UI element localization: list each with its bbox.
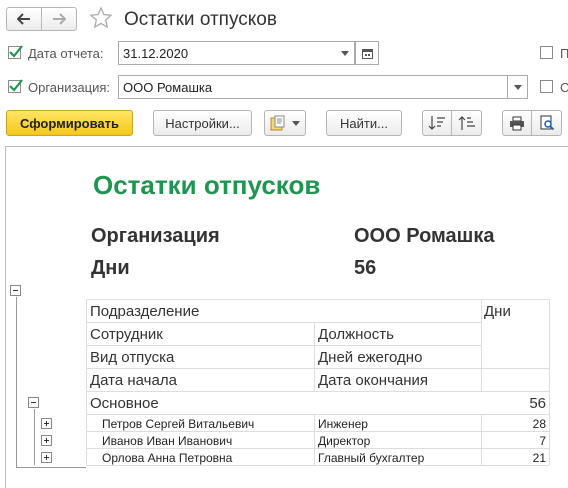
sort-descending-icon xyxy=(428,116,445,130)
date-label: Дата отчета: xyxy=(28,46,104,61)
page-title: Остатки отпусков xyxy=(124,9,277,30)
report-document[interactable]: Остатки отпусков Организация ООО Ромашка… xyxy=(5,146,568,488)
header-end-date: Дата окончания xyxy=(318,372,429,389)
row-3-position: Главный бухгалтер xyxy=(318,451,425,465)
back-button[interactable] xyxy=(6,7,42,31)
row-1-name: Петров Сергей Витальевич xyxy=(102,417,255,431)
header-start-date: Дата начала xyxy=(90,372,177,389)
row-1-position: Инженер xyxy=(318,417,368,431)
organization-field[interactable]: ООО Ромашка xyxy=(118,75,508,99)
print-preview-button[interactable] xyxy=(532,110,562,136)
header-days-per-year: Дней ежегодно xyxy=(318,349,423,366)
org-caption: Организация xyxy=(91,225,220,247)
organization-dropdown-button[interactable] xyxy=(508,75,528,99)
variants-button[interactable] xyxy=(264,110,306,136)
report-title: Остатки отпусков xyxy=(93,170,321,200)
collapse-toggle-group[interactable] xyxy=(28,397,39,408)
tree-line-outer-h xyxy=(16,467,86,468)
sort-ascending-icon xyxy=(458,116,475,130)
header-department: Подразделение xyxy=(90,303,200,320)
forward-button[interactable] xyxy=(41,7,77,31)
row-3-days: 21 xyxy=(532,451,546,465)
sort-ascending-button[interactable] xyxy=(452,110,482,136)
arrow-left-icon xyxy=(17,13,30,25)
group-total: 56 xyxy=(529,395,546,412)
checkmark-icon xyxy=(9,79,23,92)
print-button[interactable] xyxy=(502,110,532,136)
tree-line-outer xyxy=(16,297,17,467)
option-label-2: С xyxy=(560,80,568,95)
arrow-right-icon xyxy=(53,13,66,25)
group-name: Основное xyxy=(90,395,159,412)
calendar-button[interactable] xyxy=(355,41,379,65)
row-3-name: Орлова Анна Петровна xyxy=(102,451,233,465)
printer-icon xyxy=(510,116,524,130)
org-value: ООО Ромашка xyxy=(354,225,495,247)
chevron-down-icon xyxy=(292,120,300,126)
settings-button[interactable]: Настройки... xyxy=(153,110,252,136)
organization-checkbox[interactable] xyxy=(8,79,23,93)
tree-line-inner xyxy=(34,409,35,465)
days-caption: Дни xyxy=(91,257,130,279)
expand-toggle-row-3[interactable] xyxy=(41,452,52,463)
date-dropdown-button[interactable] xyxy=(335,41,355,65)
print-preview-icon xyxy=(540,115,554,131)
report-variants-icon xyxy=(270,115,285,131)
calendar-icon xyxy=(361,48,373,59)
collapse-toggle-root[interactable] xyxy=(10,285,21,296)
expand-toggle-row-2[interactable] xyxy=(41,435,52,446)
header-days: Дни xyxy=(484,303,511,320)
expand-toggle-row-1[interactable] xyxy=(41,418,52,429)
row-2-name: Иванов Иван Иванович xyxy=(102,434,233,448)
checkmark-icon xyxy=(9,45,23,58)
row-1-days: 28 xyxy=(532,417,546,431)
date-field[interactable]: 31.12.2020 xyxy=(118,41,355,65)
option-label-1: П xyxy=(560,46,568,61)
row-2-position: Директор xyxy=(318,434,371,448)
sort-descending-button[interactable] xyxy=(422,110,452,136)
favorite-star-icon[interactable] xyxy=(89,6,113,33)
organization-label: Организация: xyxy=(28,80,111,95)
option-checkbox-2[interactable] xyxy=(540,80,553,93)
chevron-down-icon xyxy=(513,84,522,90)
days-value: 56 xyxy=(354,257,377,279)
chevron-down-icon xyxy=(340,50,349,56)
header-employee: Сотрудник xyxy=(90,326,163,343)
option-checkbox-1[interactable] xyxy=(540,46,553,59)
row-2-days: 7 xyxy=(539,434,546,448)
header-position: Должность xyxy=(318,326,394,343)
find-button[interactable]: Найти... xyxy=(326,110,402,136)
generate-button[interactable]: Сформировать xyxy=(6,110,133,136)
header-leave-type: Вид отпуска xyxy=(90,349,175,366)
date-checkbox[interactable] xyxy=(8,45,23,59)
